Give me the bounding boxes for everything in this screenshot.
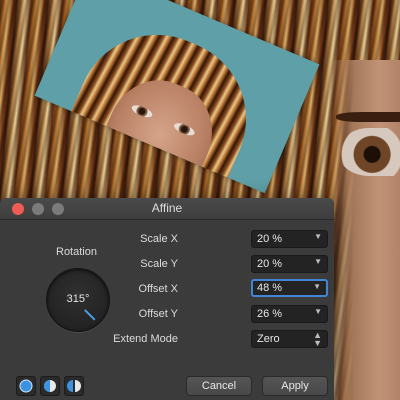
half-circle-mode-icon xyxy=(44,380,56,392)
affine-dialog: Affine Rotation 315° Scale X 20 % ▼ Scal… xyxy=(0,198,334,400)
offset-y-field[interactable]: 26 % ▼ xyxy=(251,305,328,323)
offset-x-field[interactable]: 48 % ▼ xyxy=(251,279,328,297)
background-face-skin xyxy=(330,60,400,400)
background-eye xyxy=(338,128,400,176)
scale-x-label: Scale X xyxy=(140,233,178,245)
stepper-icon: ▲ ▼ xyxy=(313,330,322,348)
scale-y-value: 20 % xyxy=(257,258,283,270)
extend-mode-select[interactable]: Zero ▲ ▼ xyxy=(251,330,328,348)
scale-y-label: Scale Y xyxy=(140,258,178,270)
offset-y-label: Offset Y xyxy=(138,308,178,320)
mirror-mode-button[interactable] xyxy=(64,376,84,396)
rotation-dial[interactable]: 315° xyxy=(46,268,110,332)
offset-x-value: 48 % xyxy=(257,282,283,294)
cancel-button[interactable]: Cancel xyxy=(186,376,252,396)
extend-mode-label: Extend Mode xyxy=(113,333,178,345)
extend-mode-value: Zero xyxy=(257,333,280,345)
circle-mode-button[interactable] xyxy=(16,376,36,396)
circle-mode-icon xyxy=(19,379,33,393)
offset-x-label: Offset X xyxy=(138,283,178,295)
background-eyebrow xyxy=(336,112,400,122)
dropdown-caret-icon: ▼ xyxy=(314,257,322,266)
rotation-label: Rotation xyxy=(56,246,97,258)
dropdown-caret-icon: ▼ xyxy=(314,307,322,316)
scale-x-field[interactable]: 20 % ▼ xyxy=(251,230,328,248)
scale-x-value: 20 % xyxy=(257,233,283,245)
dropdown-caret-icon: ▼ xyxy=(314,232,322,241)
dialog-titlebar[interactable]: Affine xyxy=(0,198,334,220)
apply-button[interactable]: Apply xyxy=(262,376,328,396)
half-circle-mode-button[interactable] xyxy=(40,376,60,396)
mirror-mode-icon xyxy=(67,380,81,392)
dropdown-caret-icon: ▼ xyxy=(313,282,321,291)
scale-y-field[interactable]: 20 % ▼ xyxy=(251,255,328,273)
offset-y-value: 26 % xyxy=(257,308,283,320)
dialog-title: Affine xyxy=(151,201,183,215)
